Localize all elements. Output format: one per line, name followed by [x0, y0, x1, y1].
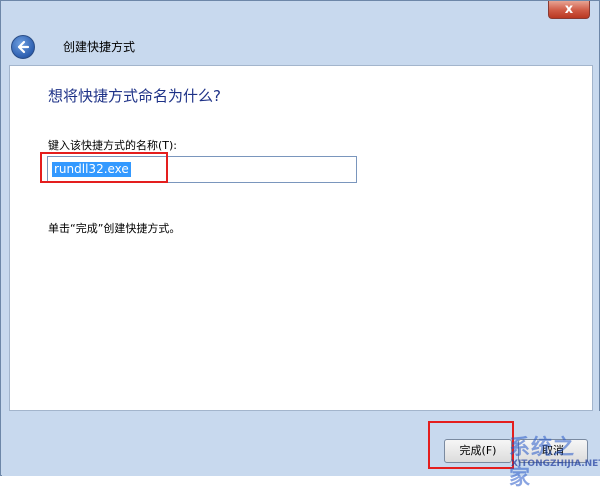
highlight-box-input: [40, 152, 168, 183]
finish-hint: 单击“完成”创建快捷方式。: [48, 222, 181, 235]
content-panel: 想将快捷方式命名为什么? 键入该快捷方式的名称(T): rundll32.exe…: [9, 65, 593, 411]
close-button[interactable]: x: [548, 1, 590, 19]
dialog-title: 创建快捷方式: [63, 40, 136, 54]
back-arrow-icon: [17, 40, 30, 54]
watermark-url: XITONGZHIJIA.NET: [511, 459, 600, 469]
close-icon: x: [564, 2, 574, 17]
watermark-logo: 系统之家 XITONGZHIJIA.NET: [469, 431, 600, 489]
page-heading: 想将快捷方式命名为什么?: [48, 87, 221, 105]
shortcut-name-label: 键入该快捷方式的名称(T):: [48, 139, 178, 152]
back-button[interactable]: [11, 35, 35, 59]
dialog-window: x 创建快捷方式 想将快捷方式命名为什么? 键入该快捷方式的名称(T): run…: [0, 0, 600, 489]
